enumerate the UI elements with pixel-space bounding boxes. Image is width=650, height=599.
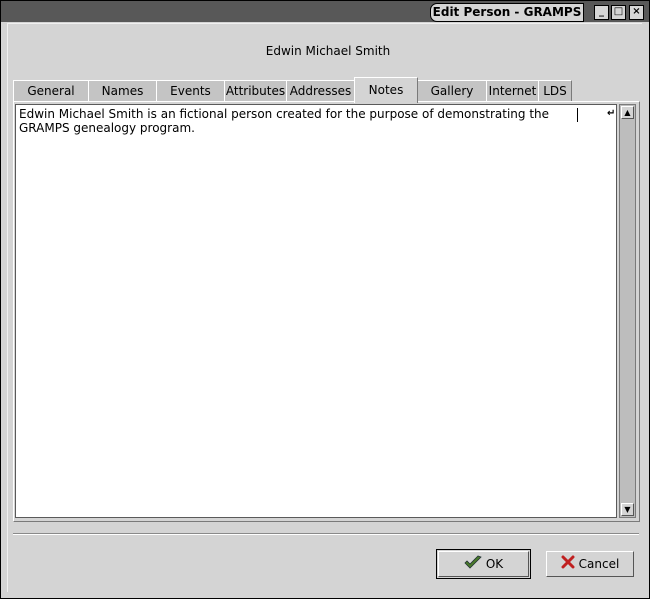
tab-notes[interactable]: Notes bbox=[354, 77, 418, 103]
close-icon[interactable]: × bbox=[629, 5, 644, 20]
text-cursor bbox=[577, 108, 578, 122]
cancel-x-icon bbox=[561, 553, 575, 577]
cancel-button-label: Cancel bbox=[578, 557, 620, 571]
notes-textview[interactable]: Edwin Michael Smith is an fictional pers… bbox=[15, 104, 617, 518]
person-name-heading: Edwin Michael Smith bbox=[265, 44, 391, 58]
edit-person-window: Edit Person - GRAMPS _ □ × Edwin Michael… bbox=[0, 0, 650, 599]
scroll-up-icon[interactable]: ▲ bbox=[621, 106, 634, 119]
scroll-down-icon[interactable]: ▼ bbox=[621, 503, 634, 516]
wrap-indicator-icon: ↵ bbox=[607, 108, 616, 119]
tab-names[interactable]: Names bbox=[88, 80, 157, 101]
maximize-icon[interactable]: □ bbox=[611, 5, 626, 20]
tab-general[interactable]: General bbox=[13, 80, 89, 101]
checkmark-icon bbox=[464, 553, 482, 577]
tab-gallery[interactable]: Gallery bbox=[417, 80, 487, 101]
title-bar[interactable]: Edit Person - GRAMPS _ □ × bbox=[1, 1, 649, 22]
minimize-icon[interactable]: _ bbox=[594, 5, 609, 20]
window-title: Edit Person - GRAMPS bbox=[430, 3, 584, 22]
tab-events[interactable]: Events bbox=[156, 80, 225, 101]
cancel-button[interactable]: Cancel bbox=[546, 551, 634, 577]
tab-internet[interactable]: Internet bbox=[486, 80, 539, 101]
ok-button-label: OK bbox=[485, 557, 504, 571]
ok-button[interactable]: OK bbox=[436, 549, 531, 579]
notes-text: Edwin Michael Smith is an fictional pers… bbox=[19, 107, 553, 135]
tab-attributes[interactable]: Attributes bbox=[224, 80, 287, 101]
tab-lds[interactable]: LDS bbox=[538, 80, 572, 101]
button-separator bbox=[13, 533, 639, 535]
tab-addresses[interactable]: Addresses bbox=[286, 80, 355, 101]
notes-scrollbar[interactable]: ▲ ▼ bbox=[619, 104, 636, 518]
